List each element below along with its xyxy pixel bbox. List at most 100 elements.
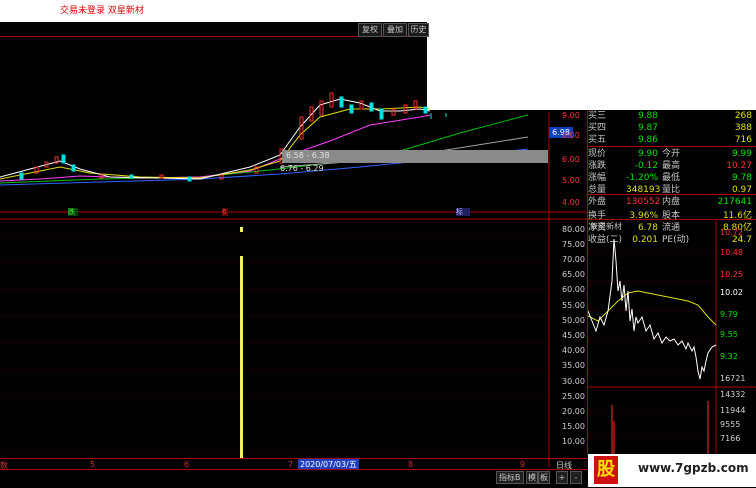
quote-value: -1.20%	[626, 173, 658, 183]
quote-value: 10.27	[726, 161, 752, 171]
marker-6[interactable]: 6	[222, 208, 228, 216]
quote-value: 9.86	[637, 135, 658, 145]
vol-ytick: 15.00	[562, 422, 585, 431]
quote-row: 买五 9.86 716	[588, 134, 754, 146]
quote-label: 现价	[588, 149, 607, 159]
date-axis-line	[0, 458, 588, 459]
ma20-line	[0, 114, 431, 182]
date-label: 7	[288, 460, 294, 469]
k-ytick-4: 4.00	[562, 198, 580, 207]
avg-price-line	[588, 290, 717, 326]
kline-chart[interactable]	[0, 37, 588, 467]
minute-volume-tick: 16721	[720, 374, 746, 383]
quote-row: 买四 9.87 388	[588, 122, 754, 134]
zoom-out-button[interactable]: -	[570, 471, 582, 484]
vol-ytick: 10.00	[562, 437, 585, 446]
price-line	[588, 238, 717, 380]
quote-value: 9.99	[731, 149, 752, 159]
quote-row: 买三 9.88 268	[588, 110, 754, 122]
marker-fall[interactable]: 跌	[68, 208, 78, 216]
restore-rights-button[interactable]: 复权	[358, 23, 382, 37]
vol-ytick: 25.00	[562, 392, 585, 401]
k-ytick-8: 8.00	[562, 131, 580, 140]
minute-volume-tick: 7166	[720, 434, 741, 443]
history-button[interactable]: 历史	[408, 23, 429, 37]
watermark: 股 www.7gpzb.com	[588, 454, 756, 487]
window-title: 交易未登录 双星新材	[60, 6, 144, 16]
quote-value: 716	[734, 135, 752, 145]
vol-ytick: 80.00	[562, 225, 585, 234]
chart-toolbar: 复权 叠加 历史	[0, 22, 429, 37]
minute-price-tick: 9.79	[720, 310, 738, 319]
quote-label: 买五	[588, 135, 607, 145]
ma-label-1: 6.58 - 6.38	[286, 151, 330, 160]
date-label: 9	[520, 460, 526, 469]
vol-ytick: 75.00	[562, 240, 585, 249]
vol-ytick: 40.00	[562, 346, 585, 355]
date-label: 5	[90, 460, 96, 469]
minute-price-tick: 10.25	[720, 270, 743, 279]
quote-row: 涨幅 -1.20% 最低 9.78	[588, 172, 754, 184]
minute-price-tick: 10.48	[720, 248, 743, 257]
k-ytick-9: 9.00	[562, 111, 580, 120]
bottom-tabbar: 指标B 模 板 + -	[0, 469, 588, 488]
quote-sep	[588, 146, 756, 147]
quote-value: -0.12	[634, 161, 658, 171]
quote-value: 130552	[626, 197, 661, 207]
quote-label: 最低	[662, 173, 681, 183]
marker-tag[interactable]: 标	[456, 208, 470, 216]
ma5-line	[0, 98, 431, 180]
vol-ytick: 70.00	[562, 255, 585, 264]
quote-value: 9.88	[637, 111, 658, 121]
quote-label: 涨跌	[588, 161, 607, 171]
quote-label: 涨幅	[588, 173, 607, 183]
zoom-in-button[interactable]: +	[556, 471, 568, 484]
title-bar: 交易未登录 双星新材	[0, 0, 427, 22]
vol-ytick: 35.00	[562, 361, 585, 370]
quote-label: 外盘	[588, 197, 607, 207]
minute-volume-tick: 14332	[720, 390, 746, 399]
vol-ytick: 55.00	[562, 301, 585, 310]
ma10-line	[0, 106, 431, 180]
vol-ytick: 20.00	[562, 407, 585, 416]
watermark-logo: 股	[594, 456, 618, 484]
quote-value: 9.90	[637, 149, 658, 159]
minute-price-tick: 10.02	[720, 288, 743, 297]
quote-value: 388	[734, 123, 752, 133]
vol-ytick: 60.00	[562, 285, 585, 294]
quote-label: 买四	[588, 123, 607, 133]
vol-ytick: 30.00	[562, 377, 585, 386]
quote-sep	[588, 219, 756, 220]
volume-bar	[240, 256, 243, 458]
template-tab-2[interactable]: 板	[538, 471, 550, 484]
minute-price-tick: 9.55	[720, 330, 738, 339]
minute-price-tick: 10.72	[720, 228, 743, 237]
quote-row: 涨跌 -0.12 最高 10.27	[588, 160, 754, 172]
minute-volume-tick: 9555	[720, 420, 741, 429]
quote-value: 217641	[717, 197, 752, 207]
quote-label: 最高	[662, 161, 681, 171]
quote-label: 今开	[662, 149, 681, 159]
watermark-url: www.7gpzb.com	[638, 461, 749, 475]
date-label: 8	[408, 460, 414, 469]
ma-label-2: 6.76 - 6.29	[280, 164, 324, 173]
template-tab-1[interactable]: 模	[526, 471, 538, 484]
quote-row: 现价 9.90 今开 9.99	[588, 148, 754, 160]
vol-ytick: 65.00	[562, 270, 585, 279]
vol-ytick: 50.00	[562, 316, 585, 325]
volume-bar-top	[240, 227, 243, 232]
quote-row: 外盘 130552 内盘 217641	[588, 196, 754, 208]
quote-value: 9.87	[637, 123, 658, 133]
minute-volume-tick: 11944	[720, 406, 746, 415]
quote-value: 268	[734, 111, 752, 121]
k-ytick-5: 5.00	[562, 176, 580, 185]
k-ytick-6: 6.00	[562, 155, 580, 164]
date-label: 6	[184, 460, 190, 469]
quote-sep	[588, 194, 756, 195]
candles	[19, 92, 447, 182]
quote-label: 买三	[588, 111, 607, 121]
vol-ytick: 45.00	[562, 331, 585, 340]
indicator-tab[interactable]: 指标B	[496, 471, 524, 484]
quote-value: 9.78	[731, 173, 752, 183]
overlay-button[interactable]: 叠加	[383, 23, 407, 37]
